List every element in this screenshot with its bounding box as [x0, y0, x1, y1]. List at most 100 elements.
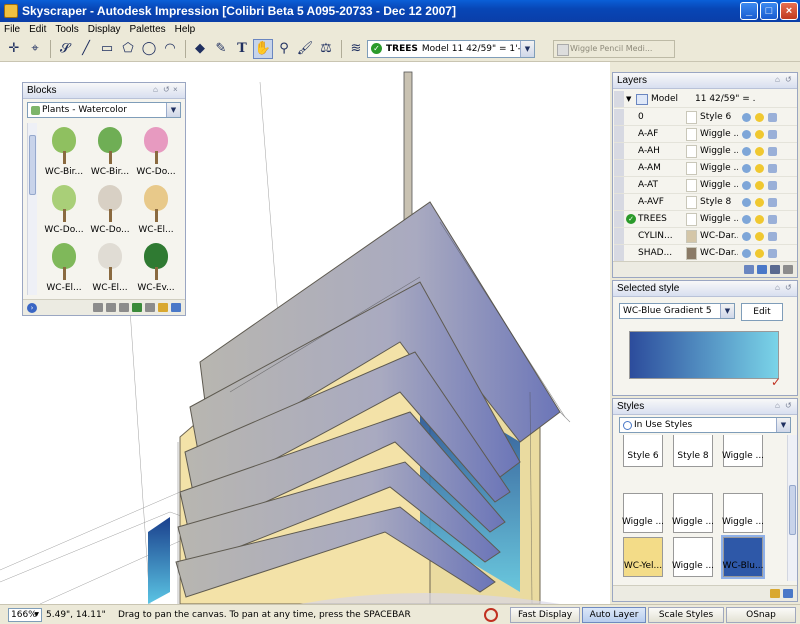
- open-folder-icon[interactable]: [158, 303, 168, 312]
- scale-styles-button[interactable]: Scale Styles: [648, 606, 724, 623]
- options-icon[interactable]: ›: [27, 303, 37, 313]
- save-icon[interactable]: [145, 303, 155, 312]
- style-thumbnail[interactable]: [623, 493, 663, 533]
- layer-style-swatch[interactable]: [686, 110, 697, 124]
- layer-style-swatch[interactable]: [686, 212, 697, 226]
- layer-move-icon[interactable]: [757, 265, 767, 274]
- style-thumbnail[interactable]: [623, 537, 663, 577]
- menu-help[interactable]: Help: [175, 24, 196, 35]
- current-layer-marker[interactable]: ✓: [626, 214, 638, 224]
- layer-style-swatch[interactable]: [686, 229, 697, 243]
- block-item[interactable]: WC-Do...: [133, 123, 179, 181]
- chevron-down-icon[interactable]: ▼: [34, 609, 39, 621]
- stop-render-icon[interactable]: [484, 607, 498, 622]
- chevron-down-icon[interactable]: ▼: [166, 103, 180, 117]
- zoom-dropdown[interactable]: 166% ▼: [8, 607, 42, 622]
- block-insert-icon[interactable]: [93, 303, 103, 312]
- lightbulb-icon[interactable]: [755, 146, 764, 156]
- subselect-tool-icon[interactable]: ⌖: [25, 39, 45, 59]
- visibility-icon[interactable]: [742, 163, 751, 173]
- minimize-button[interactable]: _: [740, 2, 758, 20]
- chevron-down-icon[interactable]: ▼: [776, 418, 790, 432]
- layer-style-swatch[interactable]: [686, 178, 697, 192]
- layer-row[interactable]: A-AT Wiggle ...: [614, 177, 797, 194]
- maximize-button[interactable]: □: [760, 2, 778, 20]
- brush-tool-icon[interactable]: 🖌: [295, 39, 315, 59]
- text-tool-icon[interactable]: T: [232, 39, 252, 59]
- scroll-thumb[interactable]: [29, 135, 36, 195]
- lock-icon[interactable]: [768, 248, 777, 258]
- visibility-icon[interactable]: [742, 214, 751, 224]
- line-tool-icon[interactable]: ╱: [76, 39, 96, 59]
- close-button[interactable]: ×: [780, 2, 798, 20]
- menu-display[interactable]: Display: [88, 24, 121, 35]
- visibility-icon[interactable]: [742, 248, 751, 258]
- fill-tool-icon[interactable]: ◆: [190, 39, 210, 59]
- osnap-button[interactable]: OSnap: [726, 606, 796, 623]
- layer-row[interactable]: A-AM Wiggle ...: [614, 160, 797, 177]
- lock-icon[interactable]: [768, 180, 777, 190]
- edit-style-button[interactable]: Edit: [741, 303, 783, 321]
- block-item[interactable]: WC-El...: [133, 181, 179, 239]
- drawing-canvas[interactable]: Blocks ⌂ ↺ × Plants - Watercolor ▼ WC-Bi…: [0, 62, 610, 604]
- block-item[interactable]: WC-Bir...: [41, 123, 87, 181]
- layer-style-swatch[interactable]: [686, 161, 697, 175]
- pin-icon[interactable]: ⌂: [153, 86, 161, 94]
- scroll-thumb[interactable]: [789, 485, 796, 535]
- lightbulb-icon[interactable]: [755, 214, 764, 224]
- layer-style-swatch[interactable]: [686, 195, 697, 209]
- visibility-icon[interactable]: [742, 129, 751, 139]
- block-ungroup-icon[interactable]: [119, 303, 129, 312]
- current-style-button[interactable]: Wiggle Pencil Medi...: [553, 39, 675, 58]
- zoom-tool-icon[interactable]: ⚲: [274, 39, 294, 59]
- visibility-icon[interactable]: [742, 146, 751, 156]
- close-icon[interactable]: ×: [173, 86, 181, 94]
- layer-row[interactable]: 0 Style 6: [614, 109, 797, 126]
- styles-scrollbar[interactable]: [787, 435, 797, 581]
- visibility-icon[interactable]: [742, 197, 751, 207]
- block-library-dropdown[interactable]: Plants - Watercolor ▼: [27, 102, 181, 118]
- rectangle-tool-icon[interactable]: ▭: [97, 39, 117, 59]
- fast-display-button[interactable]: Fast Display: [510, 606, 580, 623]
- lightbulb-icon[interactable]: [755, 163, 764, 173]
- refresh-icon[interactable]: ↺: [785, 76, 793, 84]
- refresh-icon[interactable]: ↺: [163, 86, 171, 94]
- new-folder-icon[interactable]: [171, 303, 181, 312]
- layer-row[interactable]: A-AF Wiggle ...: [614, 126, 797, 143]
- new-folder-icon[interactable]: [783, 589, 793, 598]
- refresh-icon[interactable]: ↺: [785, 284, 793, 292]
- style-thumbnail[interactable]: [723, 493, 763, 533]
- menu-file[interactable]: File: [4, 24, 20, 35]
- lock-icon[interactable]: [768, 146, 777, 156]
- layer-row[interactable]: SHAD... WC-Dar...: [614, 245, 797, 262]
- pin-icon[interactable]: ⌂: [775, 284, 783, 292]
- polygon-tool-icon[interactable]: ⬠: [118, 39, 138, 59]
- menu-edit[interactable]: Edit: [29, 24, 46, 35]
- block-group-icon[interactable]: [106, 303, 116, 312]
- delete-icon[interactable]: [783, 265, 793, 274]
- layer-row[interactable]: CYLIN... WC-Dar...: [614, 228, 797, 245]
- pin-icon[interactable]: ⌂: [775, 402, 783, 410]
- current-layer-dropdown[interactable]: ✓ TREES Model 11 42/59" = 1'-0" ▼: [367, 39, 535, 58]
- style-thumbnail[interactable]: [673, 493, 713, 533]
- lightbulb-icon[interactable]: [755, 180, 764, 190]
- block-refresh-icon[interactable]: [132, 303, 142, 312]
- visibility-icon[interactable]: [742, 231, 751, 241]
- lock-icon[interactable]: [768, 163, 777, 173]
- chevron-down-icon[interactable]: ▼: [520, 40, 534, 57]
- styles-filter-dropdown[interactable]: In Use Styles ▼: [619, 417, 791, 433]
- pin-icon[interactable]: ⌂: [775, 76, 783, 84]
- layer-style-swatch[interactable]: [686, 127, 697, 141]
- lightbulb-icon[interactable]: [755, 248, 764, 258]
- lock-icon[interactable]: [768, 231, 777, 241]
- lock-icon[interactable]: [768, 112, 777, 122]
- checkmark-icon[interactable]: ✓: [771, 375, 781, 389]
- lock-icon[interactable]: [768, 214, 777, 224]
- block-item[interactable]: WC-Bir...: [87, 123, 133, 181]
- block-item[interactable]: WC-El...: [87, 239, 133, 297]
- lock-icon[interactable]: [768, 197, 777, 207]
- layer-grid-icon[interactable]: [744, 265, 754, 274]
- refresh-icon[interactable]: ↺: [785, 402, 793, 410]
- chevron-down-icon[interactable]: ▼: [720, 304, 734, 318]
- layer-row[interactable]: A-AVF Style 8: [614, 194, 797, 211]
